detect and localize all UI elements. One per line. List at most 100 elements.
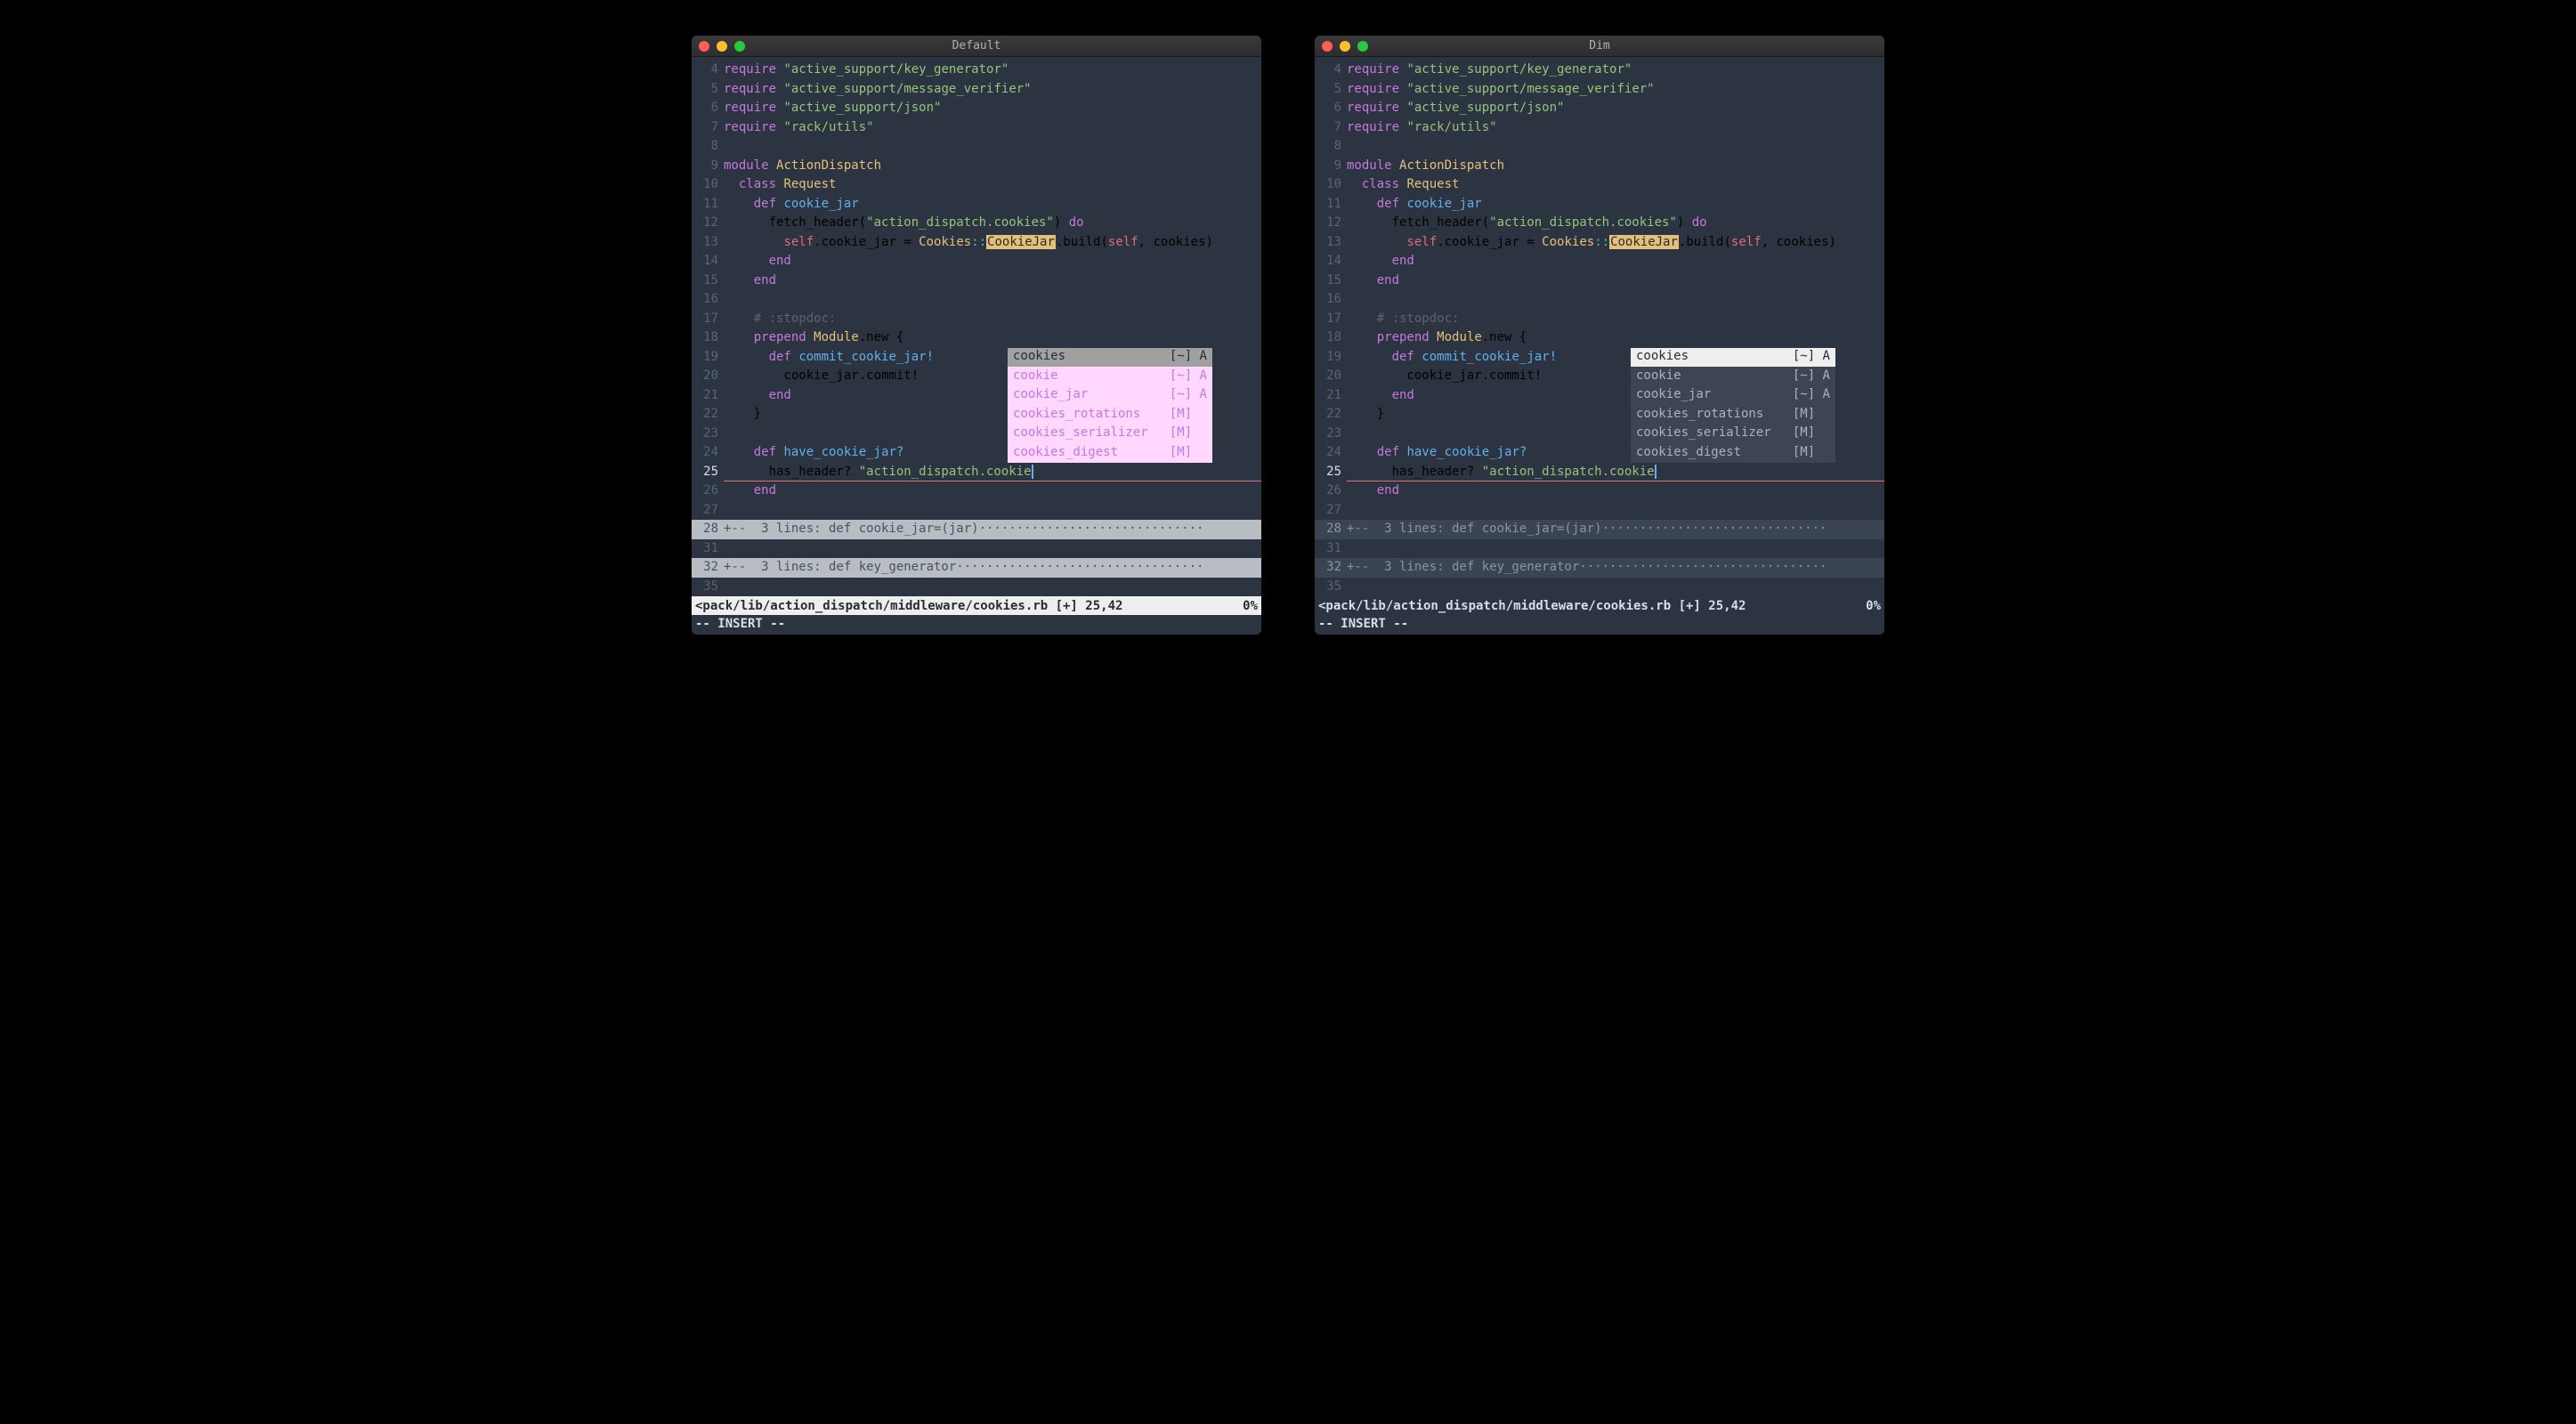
code-line[interactable]: 35 <box>1315 578 1884 597</box>
code-line[interactable]: 25 has_header? "action_dispatch.cookie <box>1315 463 1884 482</box>
fold-line[interactable]: 32+-- 3 lines: def key_generator········… <box>692 558 1261 578</box>
code-line[interactable]: 4require "active_support/key_generator" <box>1315 61 1884 80</box>
minimize-icon[interactable] <box>717 41 727 52</box>
code-line[interactable]: 13 self.cookie_jar = Cookies::CookieJar.… <box>692 233 1261 253</box>
completion-item[interactable]: cookies_rotations[M] <box>1631 405 1835 425</box>
code-text[interactable] <box>724 578 1261 597</box>
code-line[interactable]: 6require "active_support/json" <box>692 99 1261 118</box>
code-line[interactable]: 4require "active_support/key_generator" <box>692 61 1261 80</box>
code-text[interactable]: end <box>1347 481 1884 501</box>
fold-line[interactable]: 28+-- 3 lines: def cookie_jar=(jar)·····… <box>1315 520 1884 539</box>
code-text[interactable]: end <box>724 481 1261 501</box>
code-line[interactable]: 16 <box>1315 290 1884 310</box>
code-line[interactable]: 14 end <box>692 252 1261 271</box>
code-line[interactable]: 12 fetch_header("action_dispatch.cookies… <box>692 214 1261 233</box>
completion-popup[interactable]: cookies[~] Acookie[~] Acookie_jar[~] Aco… <box>1631 348 1835 463</box>
code-line[interactable]: 16 <box>692 290 1261 310</box>
completion-item[interactable]: cookies_serializer[M] <box>1008 425 1212 444</box>
completion-item[interactable]: cookie_jar[~] A <box>1008 386 1212 406</box>
close-icon[interactable] <box>699 41 709 52</box>
code-text[interactable]: prepend Module.new { <box>724 328 1261 348</box>
code-text[interactable]: def cookie_jar <box>724 195 1261 214</box>
code-line[interactable]: 31 <box>1315 539 1884 559</box>
code-line[interactable]: 17 # :stopdoc: <box>1315 310 1884 329</box>
code-text[interactable] <box>1347 501 1884 521</box>
code-text[interactable]: require "active_support/message_verifier… <box>724 80 1261 100</box>
code-line[interactable]: 27 <box>692 501 1261 521</box>
code-line[interactable]: 15 end <box>692 271 1261 291</box>
code-line[interactable]: 12 fetch_header("action_dispatch.cookies… <box>1315 214 1884 233</box>
code-text[interactable] <box>1347 539 1884 559</box>
code-line[interactable]: 11 def cookie_jar <box>1315 195 1884 214</box>
code-text[interactable]: prepend Module.new { <box>1347 328 1884 348</box>
completion-popup[interactable]: cookies[~] Acookie[~] Acookie_jar[~] Aco… <box>1008 348 1212 463</box>
code-line[interactable]: 26 end <box>692 481 1261 501</box>
code-text[interactable]: fetch_header("action_dispatch.cookies") … <box>1347 214 1884 233</box>
code-line[interactable]: 7require "rack/utils" <box>692 118 1261 138</box>
editor-pane[interactable]: 4require "active_support/key_generator"5… <box>692 57 1261 596</box>
code-text[interactable]: module ActionDispatch <box>724 157 1261 176</box>
code-text[interactable]: require "active_support/json" <box>1347 99 1884 118</box>
code-text[interactable]: require "active_support/message_verifier… <box>1347 80 1884 100</box>
zoom-icon[interactable] <box>1357 41 1368 52</box>
code-text[interactable]: class Request <box>1347 175 1884 195</box>
code-text[interactable]: end <box>724 252 1261 271</box>
code-text[interactable]: end <box>1347 271 1884 291</box>
code-line[interactable]: 18 prepend Module.new { <box>1315 328 1884 348</box>
zoom-icon[interactable] <box>734 41 745 52</box>
code-text[interactable]: fetch_header("action_dispatch.cookies") … <box>724 214 1261 233</box>
code-text[interactable] <box>1347 578 1884 597</box>
code-line[interactable]: 15 end <box>1315 271 1884 291</box>
code-line[interactable]: 27 <box>1315 501 1884 521</box>
code-line[interactable]: 7require "rack/utils" <box>1315 118 1884 138</box>
completion-item[interactable]: cookies[~] A <box>1008 348 1212 368</box>
completion-item[interactable]: cookies_digest[M] <box>1631 443 1835 463</box>
fold-line[interactable]: 28+-- 3 lines: def cookie_jar=(jar)·····… <box>692 520 1261 539</box>
code-text[interactable]: end <box>724 271 1261 291</box>
code-line[interactable]: 35 <box>692 578 1261 597</box>
code-text[interactable]: end <box>1347 252 1884 271</box>
code-text[interactable]: has_header? "action_dispatch.cookie <box>724 463 1261 482</box>
code-text[interactable]: def cookie_jar <box>1347 195 1884 214</box>
code-line[interactable]: 25 has_header? "action_dispatch.cookie <box>692 463 1261 482</box>
completion-item[interactable]: cookie[~] A <box>1008 367 1212 386</box>
code-text[interactable]: require "rack/utils" <box>724 118 1261 138</box>
code-text[interactable]: has_header? "action_dispatch.cookie <box>1347 463 1884 482</box>
completion-item[interactable]: cookies[~] A <box>1631 348 1835 368</box>
code-text[interactable]: require "rack/utils" <box>1347 118 1884 138</box>
code-text[interactable]: # :stopdoc: <box>1347 310 1884 329</box>
completion-item[interactable]: cookies_rotations[M] <box>1008 405 1212 425</box>
code-line[interactable]: 10 class Request <box>1315 175 1884 195</box>
code-line[interactable]: 14 end <box>1315 252 1884 271</box>
close-icon[interactable] <box>1322 41 1333 52</box>
code-text[interactable] <box>724 539 1261 559</box>
completion-item[interactable]: cookies_serializer[M] <box>1631 425 1835 444</box>
code-text[interactable]: require "active_support/key_generator" <box>1347 61 1884 80</box>
code-text[interactable]: module ActionDispatch <box>1347 157 1884 176</box>
minimize-icon[interactable] <box>1340 41 1350 52</box>
code-text[interactable]: require "active_support/key_generator" <box>724 61 1261 80</box>
code-text[interactable] <box>1347 137 1884 157</box>
code-text[interactable]: self.cookie_jar = Cookies::CookieJar.bui… <box>1347 233 1884 253</box>
code-text[interactable]: require "active_support/json" <box>724 99 1261 118</box>
code-line[interactable]: 5require "active_support/message_verifie… <box>1315 80 1884 100</box>
fold-line[interactable]: 32+-- 3 lines: def key_generator········… <box>1315 558 1884 578</box>
code-line[interactable]: 18 prepend Module.new { <box>692 328 1261 348</box>
code-line[interactable]: 13 self.cookie_jar = Cookies::CookieJar.… <box>1315 233 1884 253</box>
code-text[interactable] <box>724 501 1261 521</box>
code-line[interactable]: 9module ActionDispatch <box>1315 157 1884 176</box>
code-line[interactable]: 31 <box>692 539 1261 559</box>
completion-item[interactable]: cookie_jar[~] A <box>1631 386 1835 406</box>
code-line[interactable]: 8 <box>692 137 1261 157</box>
completion-item[interactable]: cookies_digest[M] <box>1008 443 1212 463</box>
code-line[interactable]: 11 def cookie_jar <box>692 195 1261 214</box>
code-line[interactable]: 26 end <box>1315 481 1884 501</box>
code-line[interactable]: 9module ActionDispatch <box>692 157 1261 176</box>
code-line[interactable]: 8 <box>1315 137 1884 157</box>
completion-item[interactable]: cookie[~] A <box>1631 367 1835 386</box>
code-line[interactable]: 6require "active_support/json" <box>1315 99 1884 118</box>
code-text[interactable]: class Request <box>724 175 1261 195</box>
code-line[interactable]: 5require "active_support/message_verifie… <box>692 80 1261 100</box>
code-text[interactable] <box>1347 290 1884 310</box>
code-text[interactable]: self.cookie_jar = Cookies::CookieJar.bui… <box>724 233 1261 253</box>
